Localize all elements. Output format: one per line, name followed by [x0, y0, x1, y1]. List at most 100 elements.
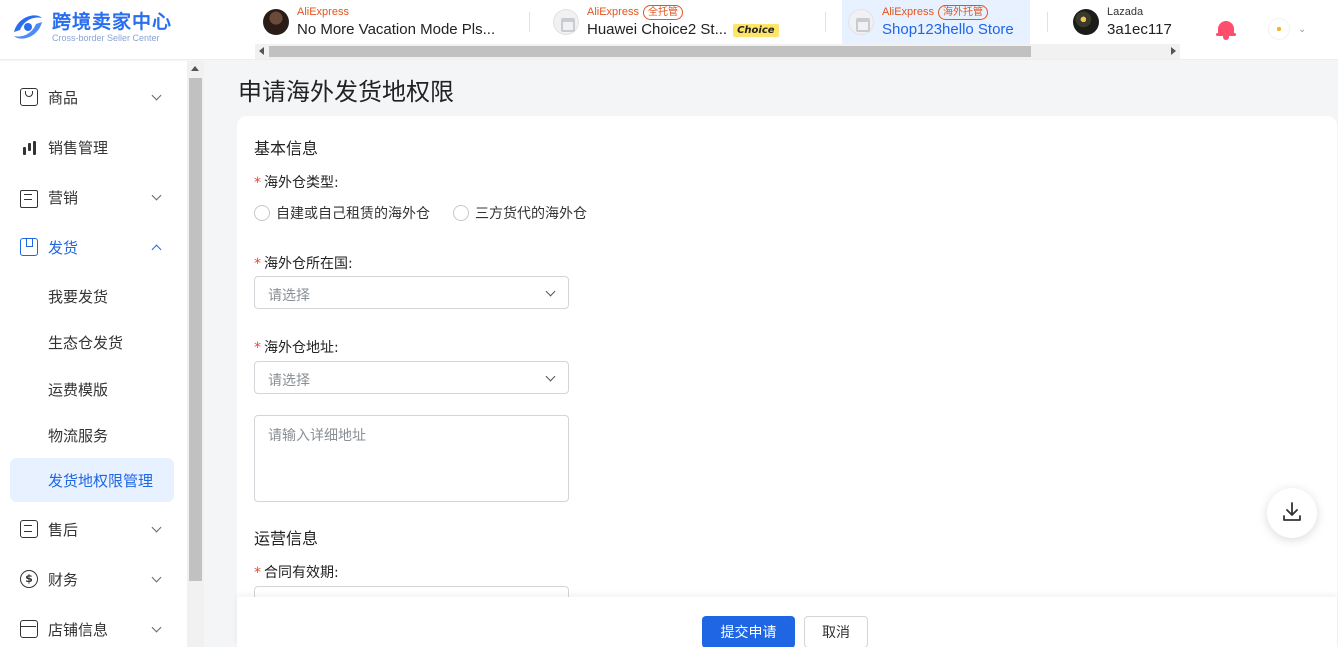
radio-circle[interactable] — [254, 205, 270, 221]
sidebar-item-label: 营销 — [48, 188, 79, 207]
sidebar-scrollbar[interactable] — [187, 61, 204, 647]
scroll-right-arrow-icon[interactable] — [1171, 47, 1176, 55]
shop-name: 3a1ec117 — [1107, 21, 1172, 38]
required-mark: * — [254, 340, 261, 356]
logo-title: 跨境卖家中心 — [52, 10, 173, 33]
box-icon — [20, 238, 38, 256]
shop-platform: Lazada — [1107, 6, 1144, 18]
required-mark: * — [254, 175, 261, 191]
shop-tab-2[interactable]: AliExpress 全托管 Huawei Choice2 St... Choi… — [553, 0, 823, 44]
scroll-thumb[interactable] — [269, 46, 1031, 57]
cancel-button[interactable]: 取消 — [804, 616, 868, 647]
sidebar-item-sales[interactable]: 销售管理 — [10, 125, 174, 169]
chevron-down-icon — [151, 190, 162, 201]
logo-subtitle: Cross-border Seller Center — [52, 32, 160, 43]
shop-name: No More Vacation Mode Pls... — [297, 21, 496, 38]
logo-icon — [10, 10, 46, 44]
chevron-down-icon — [151, 572, 162, 583]
scroll-up-arrow-icon[interactable] — [191, 66, 199, 71]
page-title: 申请海外发货地权限 — [238, 78, 454, 106]
shop-name: Shop123hello Store — [882, 21, 1014, 38]
horizontal-scrollbar[interactable] — [255, 44, 1180, 59]
warehouse-type-label: * 海外仓类型: — [254, 175, 339, 191]
sidebar-subitem-ship[interactable]: 我要发货 — [10, 274, 174, 318]
shop-platform: AliExpress — [882, 6, 934, 18]
sidebar-subitem-eco-warehouse[interactable]: 生态仓发货 — [10, 320, 174, 364]
select-placeholder: 请选择 — [268, 373, 310, 389]
shop-tab-4[interactable]: Lazada 3a1ec117 — [1073, 0, 1180, 44]
submit-button[interactable]: 提交申请 — [702, 616, 795, 647]
shop-tab-1[interactable]: AliExpress No More Vacation Mode Pls... — [263, 0, 521, 44]
sidebar-subitem-ship-from-permission[interactable]: 发货地权限管理 — [10, 458, 174, 502]
coin-icon: $ — [20, 570, 38, 588]
download-icon — [1283, 502, 1301, 521]
sidebar-item-shipping[interactable]: 发货 — [10, 225, 174, 269]
document-icon — [20, 520, 38, 538]
sidebar-item-label: 商品 — [48, 88, 79, 107]
sidebar-item-finance[interactable]: $ 财务 — [10, 557, 174, 601]
radio-label: 三方货代的海外仓 — [475, 206, 587, 222]
shop-name: Huawei Choice2 St... — [587, 21, 728, 38]
user-avatar — [1268, 18, 1290, 40]
sidebar-item-after-sales[interactable]: 售后 — [10, 507, 174, 551]
bar-chart-icon — [20, 138, 38, 156]
sidebar-item-label: 发货 — [48, 238, 79, 257]
sidebar-item-products[interactable]: 商品 — [10, 75, 174, 119]
sidebar-item-label: 销售管理 — [48, 138, 109, 157]
section-title-ops: 运营信息 — [254, 529, 319, 548]
shop-tag: 海外托管 — [937, 4, 988, 20]
shop-icon — [20, 620, 38, 638]
bag-icon — [20, 88, 38, 106]
shop-avatar — [263, 9, 289, 35]
radio-circle[interactable] — [453, 205, 469, 221]
radio-self-built[interactable]: 自建或自己租赁的海外仓 — [254, 203, 430, 223]
address-label: * 海外仓地址: — [254, 340, 339, 356]
user-menu[interactable]: ⌄ — [1268, 18, 1306, 40]
megaphone-icon — [20, 190, 38, 208]
select-placeholder: 请选择 — [268, 288, 310, 304]
logo[interactable]: 跨境卖家中心 Cross-border Seller Center — [10, 10, 172, 44]
chevron-up-icon — [151, 244, 162, 255]
country-select[interactable]: 请选择 — [254, 276, 569, 309]
shop-platform: AliExpress — [297, 6, 349, 18]
sidebar-subitem-logistics[interactable]: 物流服务 — [10, 413, 174, 457]
scroll-thumb[interactable] — [189, 78, 202, 581]
shop-tab-3[interactable]: AliExpress 海外托管 Shop123hello Store — [842, 0, 1030, 44]
chevron-down-icon — [151, 622, 162, 633]
form-card: 基本信息 * 海外仓类型: 自建或自己租赁的海外仓 三方货代的海外仓 * 海外仓所在… — [237, 116, 1337, 647]
chevron-down-icon — [151, 90, 162, 101]
country-label: * 海外仓所在国: — [254, 256, 353, 272]
store-icon — [553, 9, 579, 35]
bell-icon[interactable] — [1216, 18, 1236, 40]
required-mark: * — [254, 565, 261, 581]
contract-label: * 合同有效期: — [254, 565, 339, 581]
form-footer: 提交申请 取消 — [237, 597, 1337, 647]
section-title-basic: 基本信息 — [254, 139, 319, 158]
chevron-down-icon: ⌄ — [1298, 23, 1307, 35]
shop-platform: AliExpress — [587, 6, 639, 18]
download-button[interactable] — [1267, 488, 1317, 538]
sidebar-item-store-info[interactable]: 店铺信息 — [10, 607, 174, 647]
sidebar-item-label: 财务 — [48, 570, 79, 589]
shop-avatar — [1073, 9, 1099, 35]
sidebar-item-label: 售后 — [48, 520, 79, 539]
divider — [1047, 12, 1048, 32]
choice-badge: Choice — [733, 23, 779, 37]
shop-tag: 全托管 — [642, 4, 683, 20]
radio-label: 自建或自己租赁的海外仓 — [276, 206, 430, 222]
address-select[interactable]: 请选择 — [254, 361, 569, 394]
top-header: 跨境卖家中心 Cross-border Seller Center AliExp… — [0, 0, 1338, 60]
sidebar: 商品 销售管理 营销 发货 我要发货 生态仓发货 运费模版 物流服务 发货地权限… — [0, 61, 187, 647]
store-icon — [848, 9, 874, 35]
chevron-down-icon — [151, 522, 162, 533]
chevron-down-icon — [545, 286, 556, 297]
sidebar-item-label: 店铺信息 — [48, 620, 109, 639]
chevron-down-icon — [545, 371, 556, 382]
sidebar-subitem-freight-template[interactable]: 运费模版 — [10, 367, 174, 411]
address-detail-input[interactable] — [254, 415, 569, 502]
radio-third-party[interactable]: 三方货代的海外仓 — [453, 203, 587, 223]
sidebar-item-marketing[interactable]: 营销 — [10, 175, 174, 219]
divider — [825, 12, 826, 32]
scroll-left-arrow-icon[interactable] — [259, 47, 264, 55]
divider — [529, 12, 530, 32]
